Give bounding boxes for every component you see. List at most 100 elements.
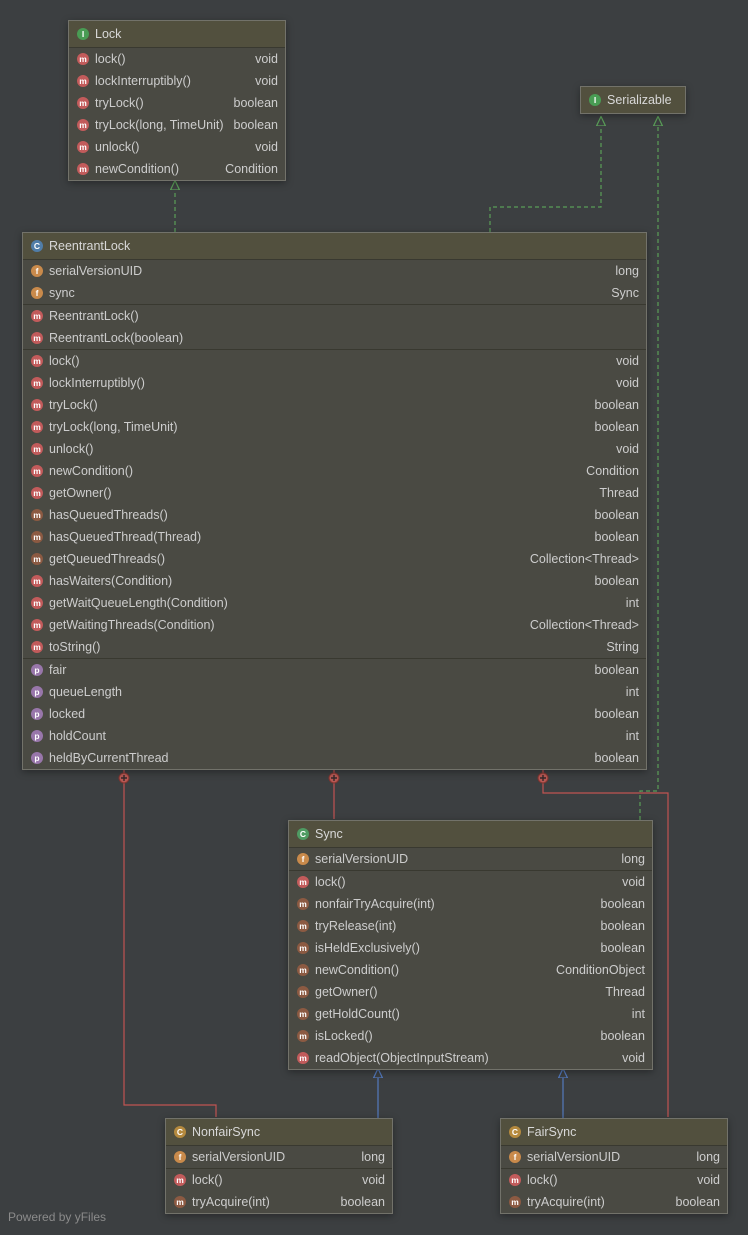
class-node-fairsync[interactable]: C FairSync f long serialVersionUID m void loc…	[500, 1118, 728, 1214]
member-row[interactable]: m int getHoldCount()	[289, 1003, 652, 1025]
class-body: f long serialVersionUID m void lock() m boolean…	[289, 848, 652, 1069]
member-type: void	[255, 140, 278, 154]
member-row[interactable]: f long serialVersionUID	[23, 260, 646, 282]
member-row[interactable]: m Collection<Thread> getWaitingThreads(Con…	[23, 614, 646, 636]
class-header[interactable]: C NonfairSync	[166, 1119, 392, 1146]
member-row[interactable]: f long serialVersionUID	[501, 1146, 727, 1168]
member-row[interactable]: m boolean tryAcquire(int)	[166, 1191, 392, 1213]
member-row[interactable]: p boolean fair	[23, 659, 646, 681]
member-row[interactable]: m Thread getOwner()	[23, 482, 646, 504]
final-method-icon: m	[297, 964, 309, 976]
member-name: serialVersionUID	[192, 1146, 287, 1168]
class-icon: C	[297, 828, 309, 840]
member-row[interactable]: p int queueLength	[23, 681, 646, 703]
member-row[interactable]: m void unlock()	[69, 136, 285, 158]
member-row[interactable]: m void lockInterruptibly()	[23, 372, 646, 394]
member-row[interactable]: p boolean locked	[23, 703, 646, 725]
member-row[interactable]: p boolean heldByCurrentThread	[23, 747, 646, 769]
constructor-icon: m	[31, 310, 43, 322]
member-row[interactable]: m Condition newCondition()	[69, 158, 285, 180]
inner-class-anchor-icon	[118, 772, 130, 784]
member-row[interactable]: m ReentrantLock()	[23, 305, 646, 327]
member-type: ConditionObject	[556, 963, 645, 977]
class-node-serializable[interactable]: I Serializable	[580, 86, 686, 114]
member-name: getOwner()	[315, 981, 379, 1003]
member-type: void	[622, 875, 645, 889]
member-row[interactable]: m Condition newCondition()	[23, 460, 646, 482]
member-type: void	[255, 52, 278, 66]
member-name: tryRelease(int)	[315, 915, 398, 937]
member-name: tryLock()	[95, 92, 145, 114]
member-row[interactable]: m Collection<Thread> getQueuedThreads()	[23, 548, 646, 570]
member-type: Sync	[611, 286, 639, 300]
abstract-method-icon: m	[77, 163, 89, 175]
property-icon: p	[31, 686, 43, 698]
member-type: boolean	[600, 919, 646, 933]
class-body: f long serialVersionUID m void lock() m boolean…	[166, 1146, 392, 1213]
member-row[interactable]: m boolean tryLock()	[23, 394, 646, 416]
field-icon: f	[31, 287, 43, 299]
member-row[interactable]: m boolean hasQueuedThread(Thread)	[23, 526, 646, 548]
member-type: boolean	[594, 398, 640, 412]
member-name: unlock()	[49, 438, 95, 460]
member-row[interactable]: f long serialVersionUID	[166, 1146, 392, 1168]
member-row[interactable]: m int getWaitQueueLength(Condition)	[23, 592, 646, 614]
abstract-method-icon: m	[77, 141, 89, 153]
member-row[interactable]: m void lock()	[501, 1169, 727, 1191]
member-row[interactable]: m boolean tryLock(long, TimeUnit)	[23, 416, 646, 438]
member-row[interactable]: m void lock()	[23, 350, 646, 372]
member-row[interactable]: m void unlock()	[23, 438, 646, 460]
class-header[interactable]: I Serializable	[581, 87, 685, 113]
member-type: boolean	[600, 897, 646, 911]
class-body: f long serialVersionUID m void lock() m boolean…	[501, 1146, 727, 1213]
class-header[interactable]: I Lock	[69, 21, 285, 48]
class-header[interactable]: C ReentrantLock	[23, 233, 646, 260]
interface-icon: I	[77, 28, 89, 40]
member-row[interactable]: m Thread getOwner()	[289, 981, 652, 1003]
member-row[interactable]: m boolean hasQueuedThreads()	[23, 504, 646, 526]
class-header[interactable]: C Sync	[289, 821, 652, 848]
member-row[interactable]: m ConditionObject newCondition()	[289, 959, 652, 981]
class-node-sync[interactable]: C Sync f long serialVersionUID m void lock() m…	[288, 820, 653, 1070]
member-row[interactable]: m void lock()	[289, 871, 652, 893]
member-row[interactable]: m void lockInterruptibly()	[69, 70, 285, 92]
member-row[interactable]: m ReentrantLock(boolean)	[23, 327, 646, 349]
property-icon: p	[31, 664, 43, 676]
member-name: tryLock(long, TimeUnit)	[95, 114, 225, 136]
method-icon: m	[31, 443, 43, 455]
member-row[interactable]: m boolean tryRelease(int)	[289, 915, 652, 937]
member-row[interactable]: m void lock()	[69, 48, 285, 70]
final-method-icon: m	[297, 1008, 309, 1020]
member-row[interactable]: m void lock()	[166, 1169, 392, 1191]
member-name: getQueuedThreads()	[49, 548, 167, 570]
member-row[interactable]: m boolean tryLock()	[69, 92, 285, 114]
member-row[interactable]: p int holdCount	[23, 725, 646, 747]
class-header[interactable]: C FairSync	[501, 1119, 727, 1146]
method-icon: m	[31, 399, 43, 411]
member-row[interactable]: m boolean hasWaiters(Condition)	[23, 570, 646, 592]
member-row[interactable]: m boolean tryAcquire(int)	[501, 1191, 727, 1213]
class-node-reentrantlock[interactable]: C ReentrantLock f long serialVersionUID f Sy…	[22, 232, 647, 770]
edge-reentrantlock-innerclass-nonfairsync[interactable]	[123, 767, 217, 1117]
member-row[interactable]: m boolean nonfairTryAcquire(int)	[289, 893, 652, 915]
member-name: lock()	[192, 1169, 224, 1191]
member-row[interactable]: m String toString()	[23, 636, 646, 658]
member-row[interactable]: m void readObject(ObjectInputStream)	[289, 1047, 652, 1069]
abstract-method-icon: m	[77, 53, 89, 65]
member-row[interactable]: f Sync sync	[23, 282, 646, 304]
method-icon: m	[31, 377, 43, 389]
class-title: FairSync	[527, 1125, 577, 1139]
final-method-icon: m	[297, 986, 309, 998]
class-node-lock[interactable]: I Lock m void lock() m void lockInterruptibly…	[68, 20, 286, 181]
member-name: newCondition()	[95, 158, 181, 180]
class-node-nonfairsync[interactable]: C NonfairSync f long serialVersionUID m void…	[165, 1118, 393, 1214]
edge-reentrantlock-implements-serializable[interactable]	[489, 117, 601, 232]
member-name: lock()	[95, 48, 127, 70]
member-row[interactable]: m boolean isLocked()	[289, 1025, 652, 1047]
member-row[interactable]: f long serialVersionUID	[289, 848, 652, 870]
member-name: toString()	[49, 636, 102, 658]
member-name: serialVersionUID	[527, 1146, 622, 1168]
member-row[interactable]: m boolean tryLock(long, TimeUnit)	[69, 114, 285, 136]
abstract-method-icon: m	[77, 97, 89, 109]
member-row[interactable]: m boolean isHeldExclusively()	[289, 937, 652, 959]
